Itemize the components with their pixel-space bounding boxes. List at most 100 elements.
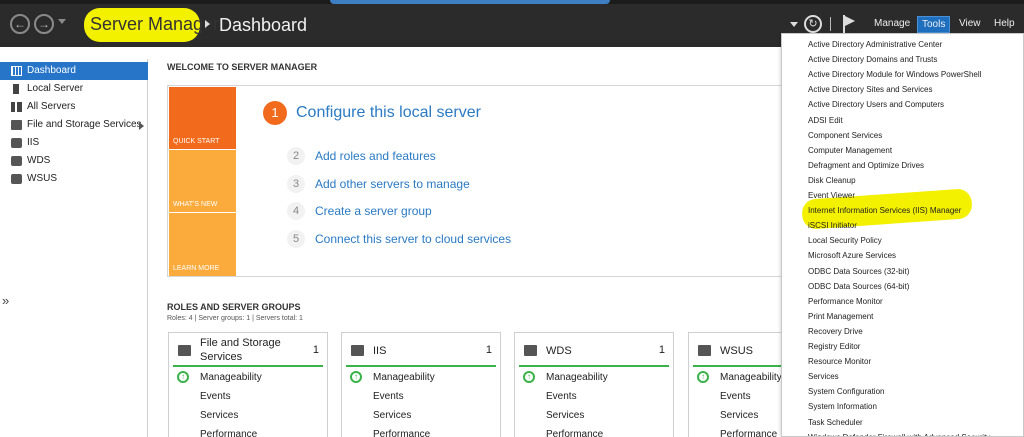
sidebar-item-dashboard[interactable]: Dashboard: [0, 62, 148, 80]
create-server-group-link[interactable]: Create a server group: [315, 204, 432, 218]
connect-cloud-link[interactable]: Connect this server to cloud services: [315, 232, 511, 246]
role-row-performance[interactable]: Performance: [200, 429, 257, 437]
tools-menu-item[interactable]: Active Directory Sites and Services: [808, 85, 933, 94]
roles-heading: ROLES AND SERVER GROUPS: [167, 302, 301, 312]
tools-menu-item[interactable]: Microsoft Azure Services: [808, 251, 896, 260]
tools-menu-item[interactable]: Performance Monitor: [808, 297, 883, 306]
tools-menu-item[interactable]: Active Directory Domains and Trusts: [808, 55, 937, 64]
collapse-pane-button[interactable]: »: [2, 293, 9, 308]
tools-menu-item[interactable]: ADSI Edit: [808, 116, 843, 125]
role-card-count: 1: [658, 344, 665, 356]
refresh-dropdown-icon[interactable]: [790, 22, 798, 27]
tools-menu-item[interactable]: Active Directory Administrative Center: [808, 40, 942, 49]
breadcrumb-chevron-icon: [205, 20, 210, 28]
tools-menu-item[interactable]: Local Security Policy: [808, 236, 882, 245]
role-row-performance[interactable]: Performance: [546, 429, 603, 437]
file-storage-icon: [11, 120, 22, 130]
tools-menu-item[interactable]: ODBC Data Sources (64-bit): [808, 282, 909, 291]
sidebar-item-label: WSUS: [27, 173, 57, 184]
expand-arrow-icon[interactable]: [139, 122, 144, 130]
role-card-file-storage[interactable]: File and Storage Services 1 ↑ Manageabil…: [168, 332, 328, 437]
notifications-flag-icon[interactable]: [843, 15, 857, 33]
tools-menu-item[interactable]: Active Directory Module for Windows Powe…: [808, 70, 981, 79]
tools-menu-item[interactable]: ODBC Data Sources (32-bit): [808, 267, 909, 276]
sidebar-item-local-server[interactable]: Local Server: [0, 80, 148, 98]
add-servers-link[interactable]: Add other servers to manage: [315, 177, 470, 191]
role-card-iis[interactable]: IIS 1 ↑ Manageability Events Services Pe…: [341, 332, 501, 437]
menu-tools[interactable]: Tools: [917, 16, 951, 33]
wsus-icon: [698, 345, 711, 356]
configure-local-server-link[interactable]: Configure this local server: [296, 104, 481, 122]
role-row-manageability[interactable]: Manageability: [200, 372, 262, 383]
tools-menu-item[interactable]: System Information: [808, 402, 877, 411]
forward-button[interactable]: →: [34, 14, 54, 34]
menu-view[interactable]: View: [959, 18, 981, 29]
role-card-title: WDS: [546, 345, 572, 357]
step-number-4: 4: [287, 202, 305, 220]
wds-icon: [11, 156, 22, 166]
sidebar-item-iis[interactable]: IIS: [0, 134, 148, 152]
role-row-services[interactable]: Services: [200, 410, 238, 421]
role-row-performance[interactable]: Performance: [720, 429, 777, 437]
sidebar-item-label: WDS: [27, 155, 51, 166]
sidebar-item-label: IIS: [27, 137, 40, 148]
role-row-manageability[interactable]: Manageability: [720, 372, 782, 383]
tools-menu-item[interactable]: Recovery Drive: [808, 327, 863, 336]
role-row-events[interactable]: Events: [720, 391, 751, 402]
tile-learn-more[interactable]: LEARN MORE: [169, 213, 236, 276]
role-row-events[interactable]: Events: [200, 391, 231, 402]
status-up-icon: ↑: [177, 371, 189, 383]
role-row-services[interactable]: Services: [546, 410, 584, 421]
tools-menu-item[interactable]: Registry Editor: [808, 342, 860, 351]
refresh-button[interactable]: ↻: [804, 15, 822, 33]
tools-menu-item[interactable]: Component Services: [808, 131, 882, 140]
role-row-services[interactable]: Services: [373, 410, 411, 421]
back-button[interactable]: ←: [10, 14, 30, 34]
role-row-events[interactable]: Events: [546, 391, 577, 402]
breadcrumb: Dashboard: [219, 15, 308, 35]
role-row-performance[interactable]: Performance: [373, 429, 430, 437]
role-row-manageability[interactable]: Manageability: [546, 372, 608, 383]
role-card-count: 1: [485, 344, 492, 356]
step-number-2: 2: [287, 147, 305, 165]
iis-icon: [351, 345, 364, 356]
tools-menu-item[interactable]: Disk Cleanup: [808, 176, 856, 185]
tools-menu-item[interactable]: Resource Monitor: [808, 357, 871, 366]
tools-menu-item[interactable]: Computer Management: [808, 146, 892, 155]
tools-menu-item[interactable]: Print Management: [808, 312, 873, 321]
tools-menu-item[interactable]: Event Viewer: [808, 191, 855, 200]
tile-whats-new[interactable]: WHAT'S NEW: [169, 150, 236, 212]
tile-quick-start[interactable]: QUICK START: [169, 87, 236, 149]
status-bar: [519, 365, 669, 367]
sidebar-item-all-servers[interactable]: All Servers: [0, 98, 148, 116]
sidebar-item-file-storage[interactable]: File and Storage Services: [0, 116, 148, 134]
add-roles-link[interactable]: Add roles and features: [315, 149, 436, 163]
menu-manage[interactable]: Manage: [874, 18, 910, 29]
file-storage-icon: [178, 345, 191, 356]
status-up-icon: ↑: [523, 371, 535, 383]
iis-icon: [11, 138, 22, 148]
role-row-events[interactable]: Events: [373, 391, 404, 402]
dashboard-icon: [11, 66, 22, 76]
servers-icon: [11, 102, 22, 112]
sidebar-item-wsus[interactable]: WSUS: [0, 170, 148, 188]
tools-menu-item[interactable]: Services: [808, 372, 839, 381]
menu-help[interactable]: Help: [994, 18, 1015, 29]
window-tab-indicator: [330, 0, 610, 4]
tools-menu-item[interactable]: Active Directory Users and Computers: [808, 100, 944, 109]
tools-menu-item[interactable]: System Configuration: [808, 387, 884, 396]
tools-menu-item[interactable]: Task Scheduler: [808, 418, 863, 427]
tools-menu-item[interactable]: Internet Information Services (IIS) Mana…: [808, 206, 961, 215]
tools-menu-item[interactable]: Windows Defender Firewall with Advanced …: [808, 433, 990, 436]
app-title: Server Manager: [90, 14, 220, 34]
history-dropdown-icon[interactable]: [58, 19, 66, 24]
role-row-manageability[interactable]: Manageability: [373, 372, 435, 383]
role-row-services[interactable]: Services: [720, 410, 758, 421]
tools-menu-item[interactable]: Defragment and Optimize Drives: [808, 161, 924, 170]
tile-label: LEARN MORE: [173, 265, 220, 272]
role-card-wds[interactable]: WDS 1 ↑ Manageability Events Services Pe…: [514, 332, 674, 437]
role-card-count: 1: [312, 344, 319, 356]
sidebar-item-wds[interactable]: WDS: [0, 152, 148, 170]
wds-icon: [524, 345, 537, 356]
tools-menu-item[interactable]: iSCSI Initiator: [808, 221, 857, 230]
